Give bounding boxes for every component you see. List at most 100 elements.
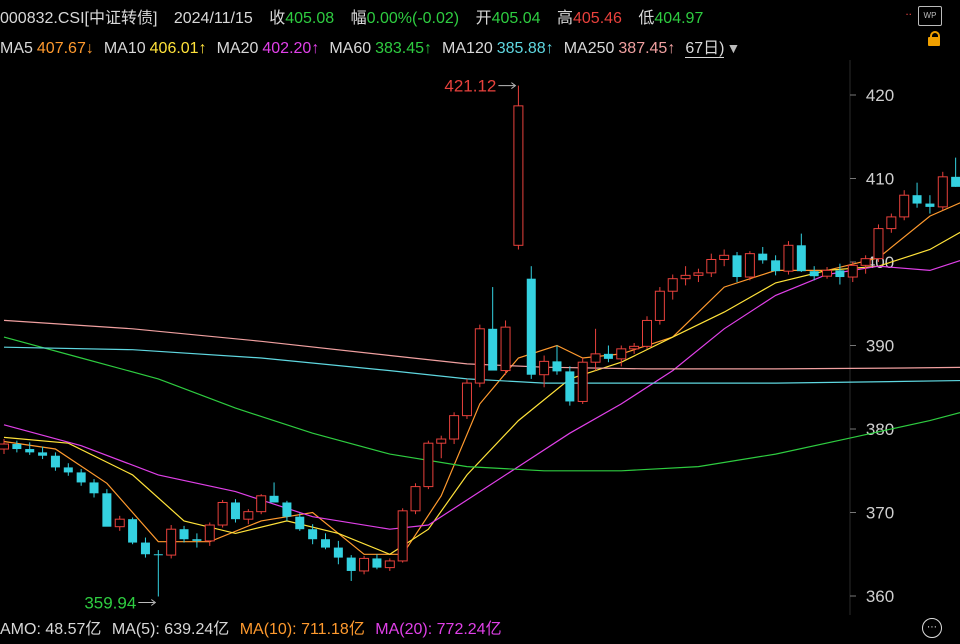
candle-body	[359, 557, 370, 572]
candle-body	[25, 449, 35, 453]
candle-body	[38, 452, 48, 456]
menu-icon[interactable]: ⋯	[922, 618, 942, 638]
close-value: 405.08	[285, 10, 335, 27]
candle-body	[269, 495, 279, 503]
high-value: 405.46	[573, 10, 622, 27]
open-label: 开	[475, 10, 492, 27]
candle-body	[642, 319, 652, 347]
candle-body	[552, 361, 562, 372]
ma-legend-value: 383.45↑	[375, 40, 433, 57]
ma-line-ma20	[3, 259, 960, 530]
candle-body	[128, 519, 138, 543]
candle-body	[706, 258, 717, 274]
candle-body	[192, 539, 202, 541]
candle-body	[667, 278, 678, 292]
candle-body	[321, 539, 330, 548]
ma-legend-value: 406.01↑	[149, 40, 207, 57]
candlestick-chart[interactable]: 360370380390400410420421.12359.94	[0, 60, 960, 615]
candle-body	[166, 528, 177, 556]
wp-badge-icon[interactable]: WP	[918, 6, 942, 26]
amo-label: AMO:	[0, 621, 41, 638]
candle-body	[513, 105, 524, 246]
ma-legend-value: 387.45↑	[618, 40, 676, 57]
candle-body	[63, 467, 73, 473]
candle-body	[899, 194, 910, 218]
period-selector[interactable]: 67日)	[685, 40, 725, 58]
y-tick-label: 360	[866, 587, 894, 606]
candle-body	[230, 502, 240, 520]
amo-ma20-label: MA(20):	[375, 621, 433, 638]
amount-legend: AMO: 48.57亿 MA(5): 639.24亿 MA(10): 711.1…	[0, 615, 502, 639]
y-tick-label: 410	[866, 170, 894, 189]
candle-body	[758, 253, 768, 261]
y-tick-label: 420	[866, 86, 894, 105]
candle-body	[0, 443, 9, 450]
candle-body	[565, 371, 575, 402]
candle-body	[372, 558, 382, 568]
index-code[interactable]: 000832.CSI[中证转债]	[0, 10, 157, 27]
candle-body	[654, 290, 665, 321]
candle-body	[461, 382, 472, 417]
candle-body	[346, 557, 356, 571]
candle-body	[860, 258, 871, 266]
high-label: 高	[556, 10, 573, 27]
candle-body	[449, 415, 460, 440]
candle-body	[500, 326, 511, 372]
more-dots-icon[interactable]: ..	[905, 4, 912, 18]
ma-legend-label: MA60	[329, 40, 372, 57]
ma-legend-label: MA120	[442, 40, 493, 57]
candle-body	[744, 253, 755, 278]
open-value: 405.04	[491, 10, 541, 27]
y-tick-label: 370	[866, 504, 894, 523]
quote-date: 2024/11/15	[173, 10, 253, 27]
ma-legend-label: MA10	[103, 40, 146, 57]
candle-body	[102, 493, 112, 527]
y-tick-label: 390	[866, 337, 894, 356]
candle-body	[397, 510, 408, 562]
amo-ma20-value: 772.24亿	[436, 621, 502, 638]
candle-body	[12, 444, 22, 450]
candle-body	[835, 270, 845, 278]
caret-down-icon[interactable]: ▼	[726, 40, 740, 56]
extreme-label: 359.94	[84, 594, 136, 613]
ma-legend-label: MA5	[0, 40, 33, 57]
candle-body	[693, 272, 704, 276]
candle-body	[179, 529, 189, 540]
candle-body	[732, 255, 742, 278]
candle-body	[256, 495, 267, 513]
ma-legend: MA5 407.67↓ MA10 406.01↑ MA20 402.20↑ MA60 383.…	[0, 34, 740, 58]
candle-body	[886, 216, 897, 230]
candle-body	[474, 328, 485, 384]
candle-body	[590, 353, 601, 363]
ma-legend-label: MA250	[563, 40, 615, 57]
candle-body	[436, 438, 447, 444]
candle-body	[384, 560, 395, 569]
low-value: 404.97	[654, 10, 704, 27]
candle-body	[423, 442, 434, 488]
candle-body	[308, 529, 318, 540]
candle-body	[925, 203, 935, 207]
candle-body	[616, 348, 627, 360]
candle-body	[719, 254, 730, 260]
amo-value: 48.57亿	[45, 621, 102, 638]
ma-legend-value: 402.20↑	[262, 40, 320, 57]
candle-body	[912, 195, 922, 204]
candle-body	[873, 228, 884, 260]
candle-body	[333, 547, 343, 558]
candle-body	[951, 176, 960, 187]
candle-body	[526, 278, 536, 375]
ma-legend-label: MA20	[216, 40, 259, 57]
candle-body	[937, 176, 948, 208]
lock-icon[interactable]	[928, 31, 940, 46]
quote-header: 000832.CSI[中证转债] 2024/11/15 收405.08 幅0.0…	[0, 4, 704, 27]
candle-body	[76, 472, 86, 483]
candle-body	[796, 245, 806, 272]
candle-body	[539, 360, 550, 376]
amo-ma10-value: 711.18亿	[301, 621, 365, 638]
candle-body	[89, 482, 99, 494]
candle-body	[282, 502, 292, 517]
candle-body	[488, 328, 498, 371]
candle-body	[140, 542, 150, 555]
candle-body	[114, 518, 125, 528]
candle-body	[783, 244, 794, 272]
